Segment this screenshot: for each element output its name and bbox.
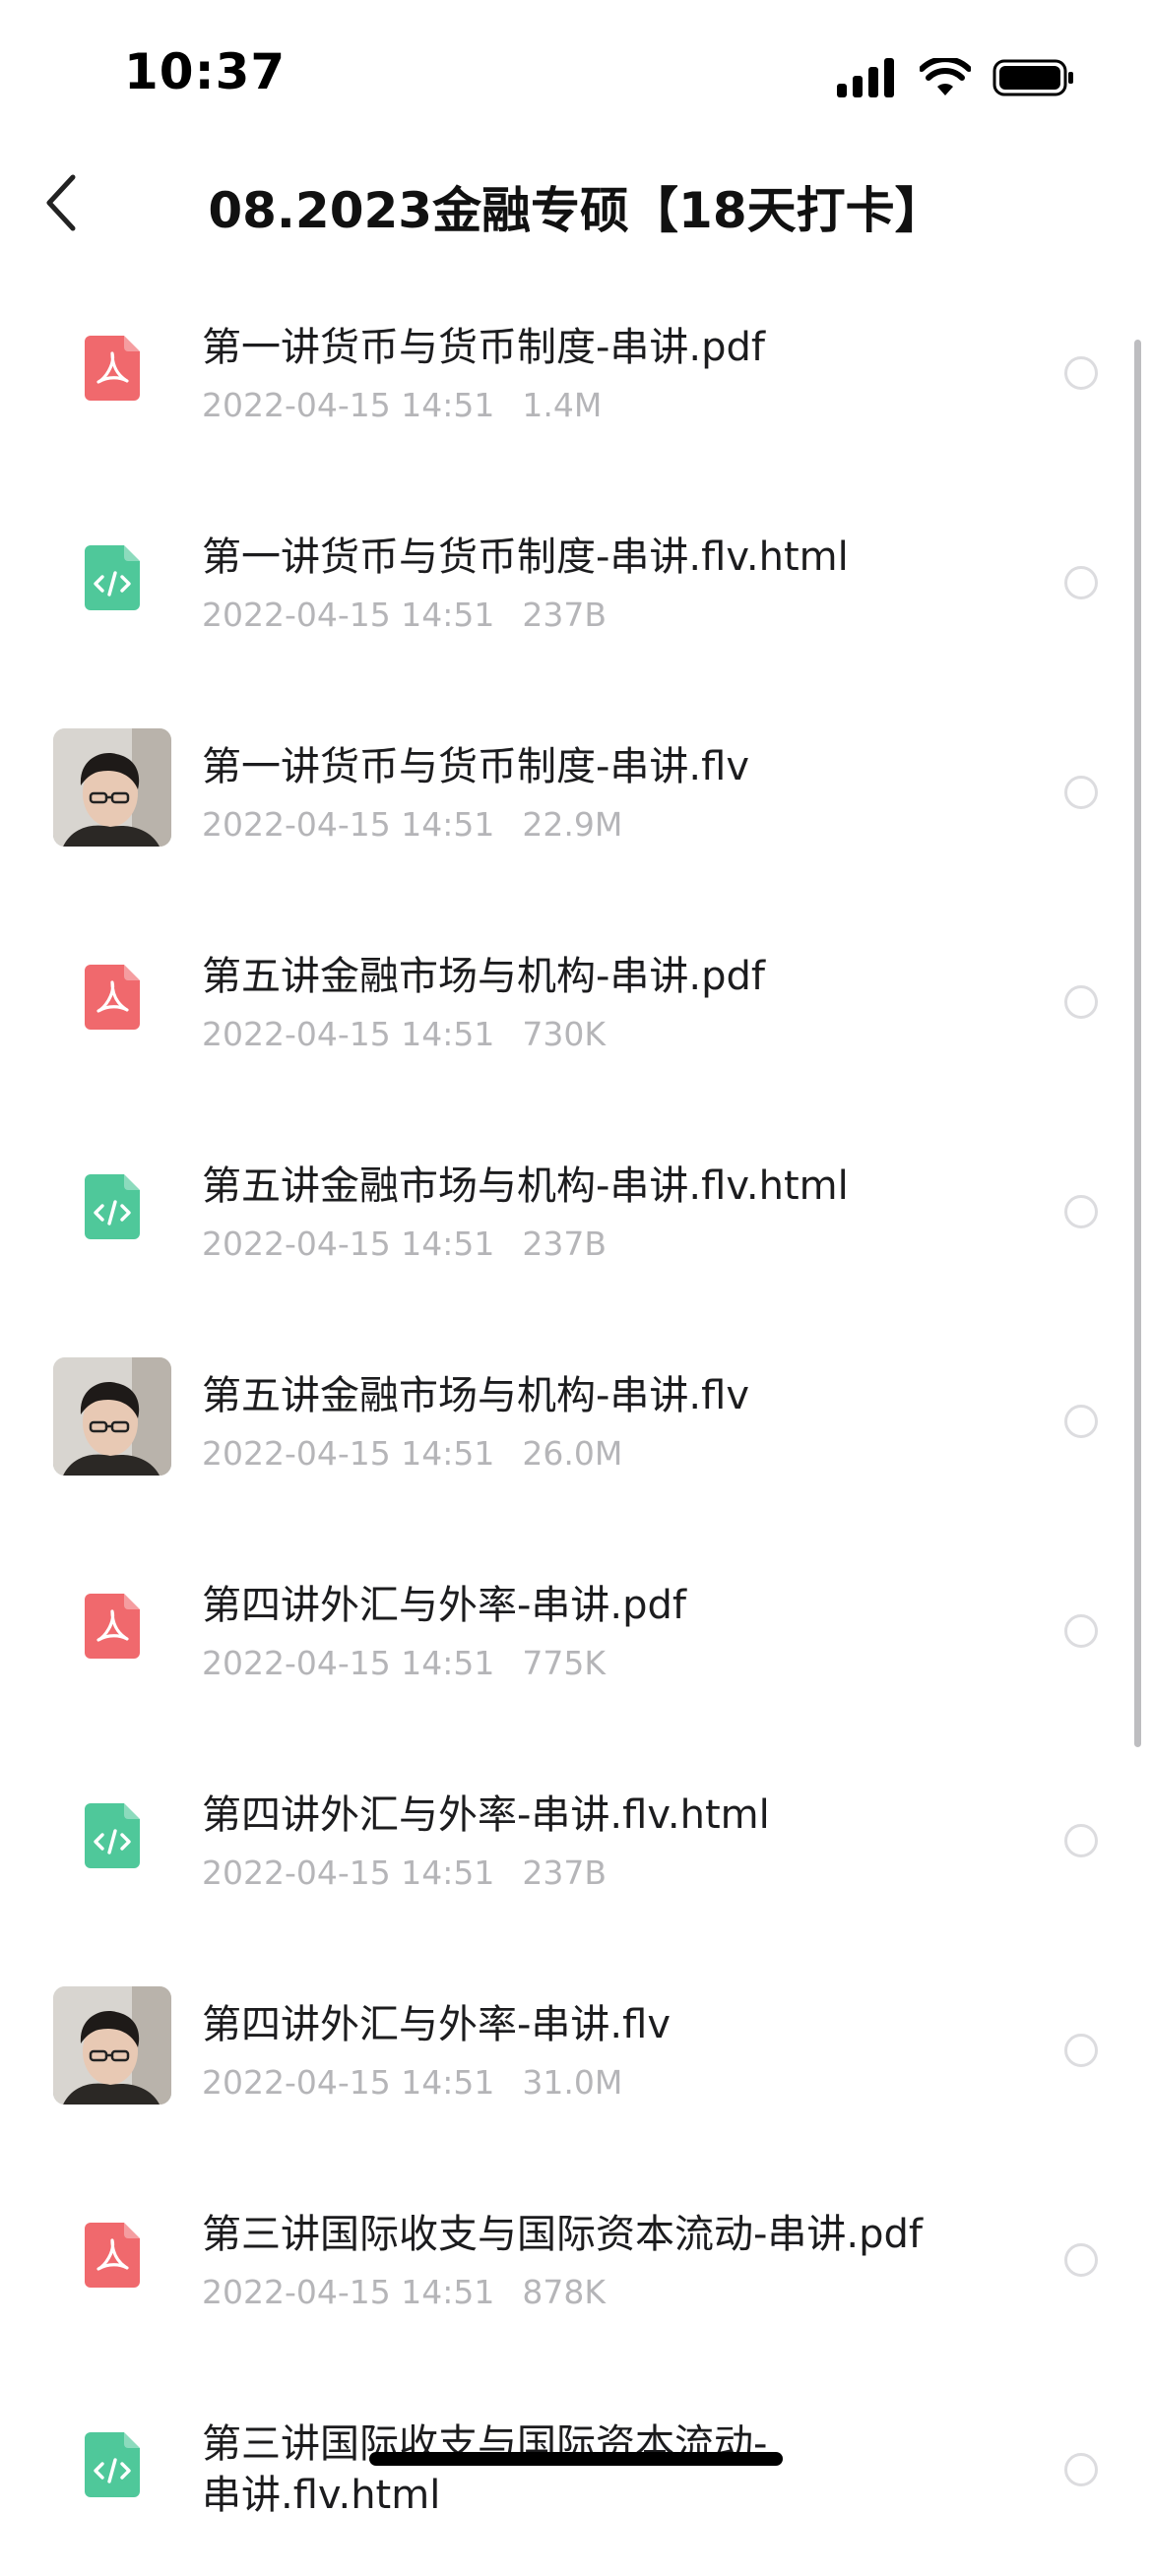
- file-date: 2022-04-15 14:51: [202, 386, 495, 424]
- pdf-file-icon: [53, 309, 171, 427]
- file-name: 第五讲金融市场与机构-串讲.flv.html: [202, 1163, 849, 1209]
- file-name: 第五讲金融市场与机构-串讲.pdf: [202, 954, 766, 999]
- video-thumbnail: [53, 1357, 171, 1476]
- code-file-icon: [53, 1148, 171, 1266]
- file-meta: 2022-04-15 14:51 878K: [202, 2273, 606, 2311]
- file-name: 第四讲外汇与外率-串讲.flv.html: [202, 1792, 770, 1838]
- file-list: 第一讲货币与货币制度-串讲.pdf 2022-04-15 14:51 1.4M 第一…: [0, 270, 1152, 2576]
- file-date: 2022-04-15 14:51: [202, 1015, 495, 1053]
- file-size: 31.0M: [522, 2063, 623, 2102]
- home-indicator[interactable]: [369, 2452, 783, 2466]
- file-row[interactable]: 第三讲国际收支与国际资本流动-串讲.pdf 2022-04-15 14:51 878…: [0, 2157, 1152, 2366]
- file-date: 2022-04-15 14:51: [202, 2273, 495, 2311]
- file-meta: 2022-04-15 14:51 1.4M: [202, 386, 602, 424]
- file-row[interactable]: 第一讲货币与货币制度-串讲.flv.html 2022-04-15 14:51 23…: [0, 479, 1152, 689]
- page-title: 08.2023金融专硕【18天打卡】: [208, 182, 944, 239]
- file-date: 2022-04-15 14:51: [202, 1225, 495, 1263]
- radio-circle-icon[interactable]: [1064, 2243, 1098, 2277]
- status-icons: [837, 53, 1075, 102]
- file-meta: 2022-04-15 14:51 22.9M: [202, 805, 622, 844]
- battery-icon: [992, 59, 1073, 96]
- file-name: 第五讲金融市场与机构-串讲.flv: [202, 1373, 750, 1418]
- file-row[interactable]: 第五讲金融市场与机构-串讲.flv 2022-04-15 14:51 26.0M: [0, 1318, 1152, 1528]
- file-meta: 2022-04-15 14:51 26.0M: [202, 1434, 622, 1473]
- radio-circle-icon[interactable]: [1064, 356, 1098, 390]
- file-meta: 2022-04-15 14:51 237B: [202, 1225, 607, 1263]
- file-row[interactable]: 第一讲货币与货币制度-串讲.flv 2022-04-15 14:51 22.9M: [0, 689, 1152, 899]
- file-row[interactable]: 第五讲金融市场与机构-串讲.pdf 2022-04-15 14:51 730K: [0, 899, 1152, 1108]
- file-size: 22.9M: [522, 805, 623, 844]
- file-size: 237B: [522, 596, 608, 634]
- radio-circle-icon[interactable]: [1064, 2453, 1098, 2486]
- file-name: 第四讲外汇与外率-串讲.pdf: [202, 1583, 687, 1628]
- file-size: 730K: [522, 1015, 607, 1053]
- signal-icon: [837, 58, 894, 97]
- file-date: 2022-04-15 14:51: [202, 596, 495, 634]
- file-meta: 2022-04-15 14:51 775K: [202, 1644, 606, 1682]
- radio-circle-icon[interactable]: [1064, 566, 1098, 599]
- file-size: 237B: [522, 1853, 608, 1892]
- radio-circle-icon[interactable]: [1064, 1824, 1098, 1857]
- radio-circle-icon[interactable]: [1064, 776, 1098, 809]
- pdf-file-icon: [53, 938, 171, 1056]
- code-file-icon: [53, 1777, 171, 1895]
- file-date: 2022-04-15 14:51: [202, 2063, 495, 2102]
- file-name: 第一讲货币与货币制度-串讲.flv: [202, 744, 750, 789]
- nav-header: 08.2023金融专硕【18天打卡】: [0, 148, 1152, 256]
- file-meta: 2022-04-15 14:51 237B: [202, 1853, 607, 1892]
- status-bar: 10:37: [0, 0, 1152, 148]
- file-size: 237B: [522, 1225, 608, 1263]
- pdf-file-icon: [53, 1567, 171, 1685]
- wifi-icon: [920, 58, 971, 95]
- file-date: 2022-04-15 14:51: [202, 805, 495, 844]
- pdf-file-icon: [53, 2196, 171, 2314]
- file-name: 第一讲货币与货币制度-串讲.pdf: [202, 325, 766, 370]
- radio-circle-icon[interactable]: [1064, 985, 1098, 1019]
- radio-circle-icon[interactable]: [1064, 2034, 1098, 2067]
- file-row[interactable]: 第五讲金融市场与机构-串讲.flv.html 2022-04-15 14:51 23…: [0, 1108, 1152, 1318]
- file-date: 2022-04-15 14:51: [202, 1853, 495, 1892]
- code-file-icon: [53, 519, 171, 637]
- file-row[interactable]: 第三讲国际收支与国际资本流动- 串讲.flv.html: [0, 2366, 1152, 2576]
- code-file-icon: [53, 2406, 171, 2524]
- video-thumbnail: [53, 728, 171, 847]
- file-row[interactable]: 第一讲货币与货币制度-串讲.pdf 2022-04-15 14:51 1.4M: [0, 270, 1152, 479]
- radio-circle-icon[interactable]: [1064, 1195, 1098, 1228]
- status-time: 10:37: [124, 43, 287, 100]
- radio-circle-icon[interactable]: [1064, 1614, 1098, 1648]
- file-name: 第一讲货币与货币制度-串讲.flv.html: [202, 534, 849, 580]
- file-size: 1.4M: [522, 386, 603, 424]
- file-row[interactable]: 第四讲外汇与外率-串讲.flv.html 2022-04-15 14:51 237B: [0, 1737, 1152, 1947]
- file-name-continued: 串讲.flv.html: [202, 2473, 441, 2518]
- file-size: 878K: [522, 2273, 607, 2311]
- file-date: 2022-04-15 14:51: [202, 1644, 495, 1682]
- file-meta: 2022-04-15 14:51 237B: [202, 596, 607, 634]
- file-size: 26.0M: [522, 1434, 623, 1473]
- file-name: 第三讲国际收支与国际资本流动-串讲.pdf: [202, 2212, 924, 2257]
- radio-circle-icon[interactable]: [1064, 1405, 1098, 1438]
- file-row[interactable]: 第四讲外汇与外率-串讲.flv 2022-04-15 14:51 31.0M: [0, 1947, 1152, 2157]
- file-row[interactable]: 第四讲外汇与外率-串讲.pdf 2022-04-15 14:51 775K: [0, 1528, 1152, 1737]
- file-date: 2022-04-15 14:51: [202, 1434, 495, 1473]
- file-meta: 2022-04-15 14:51 730K: [202, 1015, 606, 1053]
- file-name: 第四讲外汇与外率-串讲.flv: [202, 2002, 672, 2047]
- scrollbar[interactable]: [1134, 340, 1141, 1747]
- video-thumbnail: [53, 1986, 171, 2105]
- file-meta: 2022-04-15 14:51 31.0M: [202, 2063, 622, 2102]
- file-size: 775K: [522, 1644, 607, 1682]
